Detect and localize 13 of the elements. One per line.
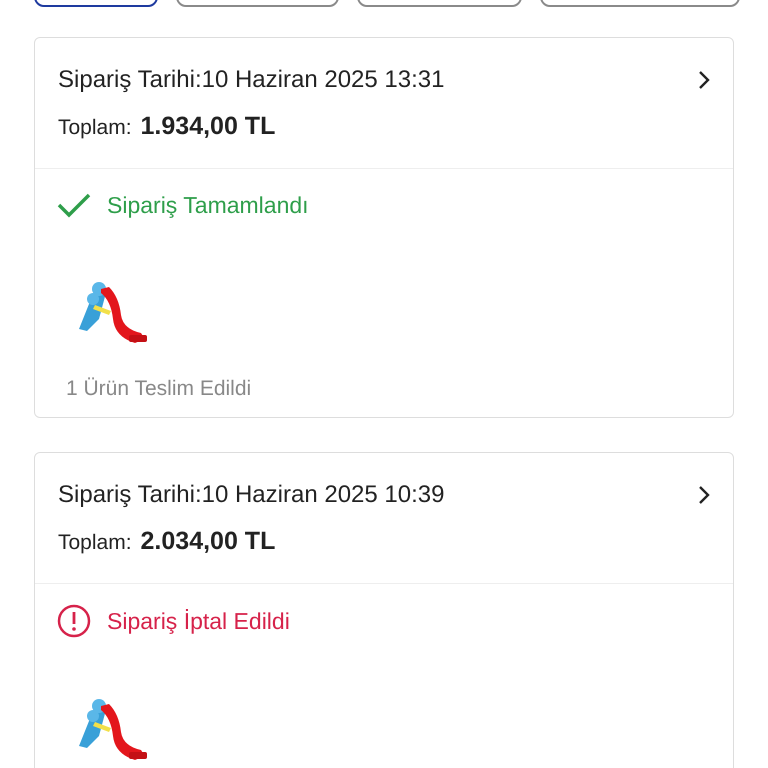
order-status: Sipariş İptal Edildi — [107, 607, 290, 636]
order-status: Sipariş Tamamlandı — [107, 191, 309, 220]
total-amount: 1.934,00 TL — [140, 111, 276, 142]
total-label: Toplam: — [58, 530, 132, 556]
chevron-right-icon[interactable] — [698, 70, 710, 90]
check-icon — [57, 192, 91, 218]
total-label: Toplam: — [58, 115, 132, 141]
chevron-right-icon[interactable] — [698, 485, 710, 505]
delivery-note: 1 Ürün Teslim Edildi — [66, 377, 252, 400]
order-date: Sipariş Tarihi:10 Haziran 2025 13:31 — [58, 65, 444, 95]
exclamation-circle-icon — [57, 604, 91, 638]
total-amount: 2.034,00 TL — [140, 526, 276, 557]
order-date: Sipariş Tarihi:10 Haziran 2025 10:39 — [58, 480, 444, 510]
